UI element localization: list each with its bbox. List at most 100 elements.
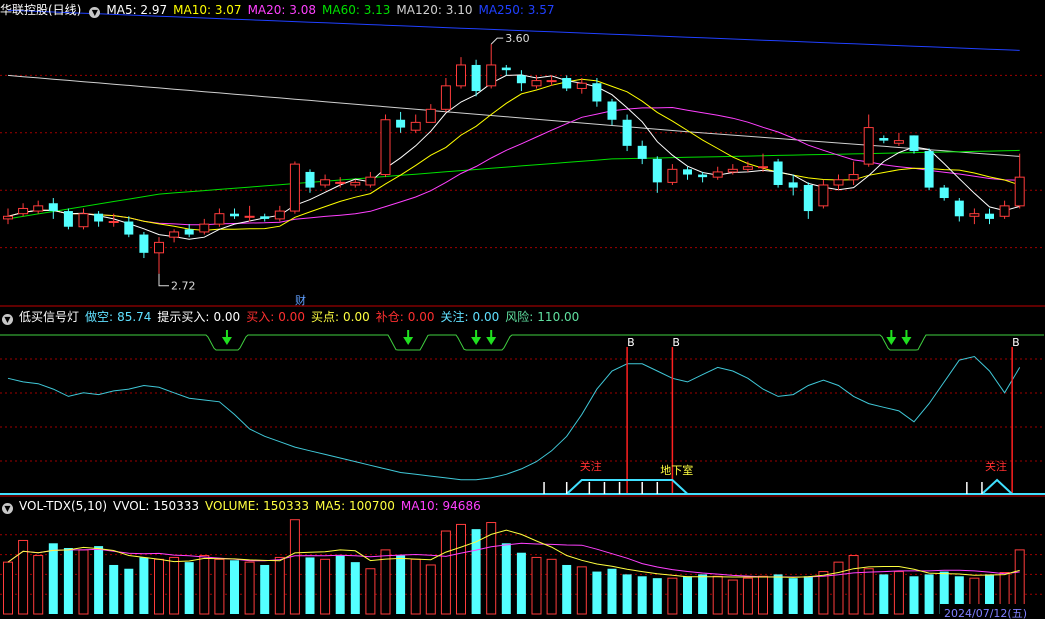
volume-bar: [78, 549, 89, 615]
candle-body: [742, 166, 753, 170]
candle-body: [803, 184, 813, 212]
signal-value-3: 0.00: [343, 310, 370, 324]
candle-body: [154, 241, 164, 254]
volume-bar: [184, 562, 194, 614]
volume-bar: [214, 558, 225, 615]
candle-body: [365, 176, 376, 186]
candle-body: [667, 168, 678, 183]
volume-bar: [637, 576, 647, 614]
settings-icon[interactable]: ▼: [2, 503, 13, 514]
volume-bar: [607, 568, 617, 614]
volume-bar: [305, 557, 315, 614]
ma-label-4: MA120: 3.10: [396, 3, 473, 17]
candle-body: [94, 213, 104, 222]
green-down-arrow-icon: [221, 337, 232, 345]
candle-body: [410, 121, 421, 131]
candle-body: [18, 207, 29, 215]
candle-body: [788, 182, 798, 188]
candle-body: [289, 163, 300, 212]
volume-bar: [863, 568, 874, 615]
vol-label-3: MA10: 94686: [400, 499, 481, 513]
green-down-arrow-icon: [471, 337, 482, 345]
volume-bar: [667, 577, 678, 615]
volume-bar: [350, 562, 360, 614]
signal-value-6: 110.00: [537, 310, 580, 324]
candle-body: [108, 221, 119, 224]
volume-bar: [169, 556, 180, 615]
signal-name-4: 补仓:: [375, 310, 404, 324]
candle-body: [652, 158, 662, 183]
volume-bar: [154, 558, 164, 615]
vol-label-2: MA5: 100700: [314, 499, 395, 513]
volume-bar: [893, 571, 904, 615]
candle-body: [471, 64, 481, 92]
signal-value-0: 85.74: [117, 310, 152, 324]
candle-body: [139, 234, 149, 253]
high-label: 3.60: [505, 32, 530, 45]
candle-body: [954, 200, 964, 217]
signal-b-1-label: B: [627, 336, 635, 349]
signal-name-5: 关注:: [440, 310, 469, 324]
ma-label-1: MA10: 3.07: [173, 3, 242, 17]
candle-body: [184, 229, 194, 235]
date-label: 2024/07/12(五): [944, 607, 1027, 619]
candle-body: [999, 205, 1010, 217]
signal-title: 低买信号灯: [19, 310, 80, 324]
candle-body: [818, 184, 829, 207]
volume-bar: [335, 555, 345, 614]
settings-icon[interactable]: ▼: [89, 7, 101, 18]
candle-body: [169, 231, 180, 238]
ma-label-5: MA250: 3.57: [478, 3, 555, 17]
candle-body: [622, 119, 632, 146]
volume-bar: [139, 557, 149, 614]
volume-bar: [516, 552, 526, 614]
candle-body: [260, 216, 270, 219]
green-down-arrow-icon: [886, 337, 897, 345]
candle-body: [607, 101, 617, 120]
kline-header: 华联控股(日线) ▼ MA5: 2.97 MA10: 3.07 MA20: 3.08 MA…: [0, 2, 567, 18]
signal-legend: 做空: 85.74 提示买入: 0.00 买入: 0.00 买点: 0.00 补仓: 0.00 关注…: [85, 310, 585, 324]
volume-bar: [924, 574, 934, 614]
candle-body: [486, 64, 497, 87]
volume-bar: [48, 543, 58, 614]
signal-name-3: 买点:: [310, 310, 339, 324]
candle-body: [350, 181, 361, 186]
volume-bar: [652, 578, 662, 614]
signal-header: ▼ 低买信号灯 做空: 85.74 提示买入: 0.00 买入: 0.00 买点: 0.00 补仓:…: [0, 309, 591, 325]
vol-label-0: VVOL: 150333: [113, 499, 200, 513]
volume-bar: [773, 574, 783, 614]
volume-bar: [742, 577, 753, 615]
volume-bar: [727, 579, 738, 615]
volume-title: VOL-TDX(5,10): [19, 499, 108, 513]
settings-icon[interactable]: ▼: [2, 314, 13, 325]
candle-body: [199, 223, 210, 233]
stock-title: 华联控股(日线): [0, 3, 82, 17]
volume-bar: [440, 530, 451, 615]
signal-name-2: 买入:: [246, 310, 275, 324]
candle-body: [3, 215, 13, 220]
candle-body: [48, 203, 58, 212]
volume-bar: [531, 556, 542, 615]
volume-bar: [909, 576, 919, 614]
volume-bar: [230, 560, 239, 614]
volume-bar: [879, 574, 889, 614]
volume-bar: [396, 555, 406, 614]
green-down-arrow-icon: [901, 337, 912, 345]
candle-body: [698, 174, 708, 178]
volume-bar: [698, 574, 708, 614]
candle-body: [380, 119, 391, 176]
candle-body: [924, 151, 934, 188]
volume-bar: [788, 578, 798, 614]
low-label: 2.72: [171, 280, 196, 293]
candle-body: [562, 78, 572, 89]
candle-body: [909, 135, 919, 152]
volume-bar: [289, 519, 300, 615]
candle-body: [33, 205, 44, 212]
candle-body: [335, 181, 346, 184]
candle-body: [848, 174, 859, 181]
volume-bar: [3, 561, 13, 615]
candle-body: [78, 213, 89, 228]
signal-b-2-label: B: [672, 336, 680, 349]
green-down-arrow-icon: [486, 337, 497, 345]
volume-bar: [320, 558, 331, 615]
